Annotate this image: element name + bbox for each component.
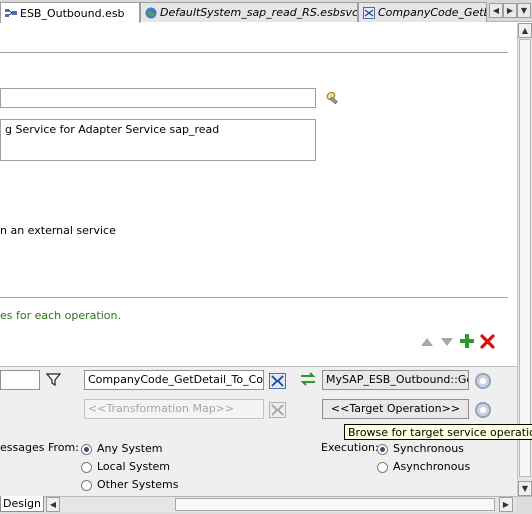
name-field-value bbox=[1, 86, 9, 105]
add-icon[interactable] bbox=[459, 333, 475, 349]
target-service-value: MySAP_ESB_Outbound::GetD bbox=[326, 373, 468, 386]
radio-any-system[interactable] bbox=[81, 444, 92, 455]
radio-synchronous[interactable] bbox=[377, 444, 388, 455]
description-field[interactable]: g Service for Adapter Service sap_read bbox=[0, 119, 316, 161]
move-down-icon[interactable] bbox=[440, 337, 454, 347]
hscroll-right-icon[interactable]: ▶ bbox=[499, 497, 513, 512]
tab-label: ESB_Outbound.esb bbox=[20, 6, 125, 20]
filter-icon[interactable] bbox=[46, 372, 61, 387]
transformation-map-placeholder: <<Transformation Map>> bbox=[88, 402, 235, 415]
transformation-map-placeholder-field: <<Transformation Map>> bbox=[84, 399, 264, 419]
external-service-label: n an external service bbox=[0, 224, 116, 237]
transformation-map-value: CompanyCode_GetDetail_To_Compa bbox=[88, 373, 263, 386]
browse-target-operation-gear-icon[interactable] bbox=[475, 402, 491, 418]
section-divider bbox=[0, 52, 508, 53]
tab-esb-outbound[interactable]: ESB_Outbound.esb bbox=[0, 2, 140, 23]
tab-companycode-getdetail[interactable]: CompanyCode_GetDe bbox=[358, 2, 487, 22]
transformation-mapper-disabled-icon bbox=[269, 402, 286, 418]
execution-label: Execution: bbox=[321, 441, 379, 454]
transformation-map-field[interactable]: CompanyCode_GetDetail_To_Compa bbox=[84, 370, 264, 390]
esb-diagram-icon bbox=[5, 9, 17, 17]
radio-synchronous-label: Synchronous bbox=[393, 442, 464, 455]
hscroll-thumb[interactable] bbox=[175, 498, 495, 511]
scroll-thumb[interactable] bbox=[519, 39, 531, 477]
editor-tab-bar: ESB_Outbound.esb DefaultSystem_sap_read_… bbox=[0, 0, 532, 23]
hscroll-left-icon[interactable]: ◀ bbox=[46, 497, 60, 512]
gear-icon[interactable] bbox=[475, 373, 491, 389]
filter-expression-field[interactable] bbox=[0, 370, 40, 390]
name-field[interactable] bbox=[0, 88, 316, 108]
radio-asynchronous-label: Asynchronous bbox=[393, 460, 471, 473]
target-operation-field[interactable]: <<Target Operation>> bbox=[322, 399, 469, 419]
transformation-mapper-icon[interactable] bbox=[269, 373, 286, 389]
tab-scroll-right-icon[interactable]: ▶ bbox=[503, 3, 517, 18]
transform-map-icon bbox=[363, 6, 375, 19]
globe-service-icon bbox=[145, 7, 157, 18]
section-divider bbox=[0, 297, 508, 298]
radio-other-systems-label: Other Systems bbox=[97, 478, 179, 491]
radio-any-system-label: Any System bbox=[97, 442, 163, 455]
tab-scroll-left-icon[interactable]: ◀ bbox=[489, 3, 503, 18]
tooltip: Browse for target service operations. bbox=[344, 424, 532, 440]
design-tab-label: Design bbox=[3, 497, 41, 510]
tab-label: CompanyCode_GetDe bbox=[378, 6, 487, 19]
tab-design[interactable]: Design bbox=[0, 496, 44, 512]
radio-other-systems[interactable] bbox=[81, 480, 92, 491]
operations-hint-text: es for each operation. bbox=[0, 309, 121, 322]
radio-local-system-label: Local System bbox=[97, 460, 171, 473]
tab-label: DefaultSystem_sap_read_RS.esbsvc bbox=[160, 6, 358, 19]
scroll-down-icon[interactable]: ▼ bbox=[518, 481, 532, 496]
tab-list-dropdown-icon[interactable]: ▼ bbox=[517, 3, 531, 18]
target-service-field[interactable]: MySAP_ESB_Outbound::GetD bbox=[322, 370, 469, 390]
messages-from-label: essages From: bbox=[0, 441, 79, 454]
scroll-up-icon[interactable]: ▲ bbox=[518, 23, 532, 38]
target-operation-placeholder: <<Target Operation>> bbox=[330, 402, 461, 415]
flashlight-browse-icon[interactable] bbox=[326, 91, 340, 105]
tab-defaultsystem-esbsvc[interactable]: DefaultSystem_sap_read_RS.esbsvc bbox=[140, 2, 358, 22]
delete-icon[interactable] bbox=[480, 334, 495, 349]
move-up-icon[interactable] bbox=[420, 337, 434, 347]
radio-local-system[interactable] bbox=[81, 462, 92, 473]
radio-asynchronous[interactable] bbox=[377, 462, 388, 473]
swap-arrows-icon[interactable] bbox=[299, 371, 317, 387]
description-value: g Service for Adapter Service sap_read bbox=[5, 123, 220, 136]
